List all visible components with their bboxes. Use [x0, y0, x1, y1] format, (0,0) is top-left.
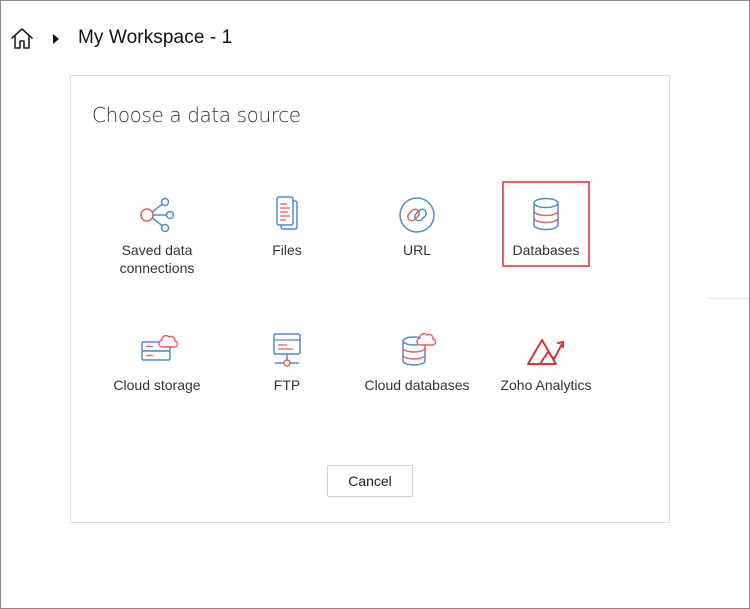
source-label: Saved data connections	[119, 242, 195, 276]
cloud-storage-icon	[135, 328, 179, 372]
source-files[interactable]: Files	[243, 181, 331, 267]
source-label: Cloud storage	[113, 377, 201, 393]
source-label: URL	[402, 242, 431, 258]
source-label: Cloud databases	[364, 377, 470, 393]
source-label: Databases	[512, 242, 580, 258]
header-bar: My Workspace - 1	[0, 0, 750, 76]
cancel-button[interactable]: Cancel	[327, 465, 413, 497]
source-cloud-storage[interactable]: Cloud storage	[113, 316, 201, 402]
home-icon[interactable]	[8, 26, 36, 52]
cloud-database-icon	[395, 328, 439, 372]
ftp-icon	[265, 328, 309, 372]
source-ftp[interactable]: FTP	[243, 316, 331, 402]
share-nodes-icon	[135, 193, 179, 237]
source-zoho-analytics[interactable]: Zoho Analytics	[500, 316, 592, 402]
source-label: Zoho Analytics	[500, 377, 592, 393]
dialog-title: Choose a data source	[92, 103, 301, 127]
divider	[709, 298, 749, 299]
source-saved-connections[interactable]: Saved data connections	[113, 181, 201, 276]
workspace-title[interactable]: My Workspace - 1	[78, 27, 232, 49]
source-databases[interactable]: Databases	[502, 181, 590, 267]
source-label: Files	[272, 242, 302, 258]
link-icon	[395, 193, 439, 237]
caret-right-icon[interactable]	[51, 32, 61, 44]
zoho-analytics-icon	[524, 328, 568, 372]
database-icon	[524, 193, 568, 237]
source-cloud-databases[interactable]: Cloud databases	[364, 316, 470, 402]
source-url[interactable]: URL	[373, 181, 461, 267]
data-source-dialog: Choose a data source Saved data connecti…	[70, 75, 670, 523]
files-icon	[265, 193, 309, 237]
source-label: FTP	[273, 377, 301, 393]
